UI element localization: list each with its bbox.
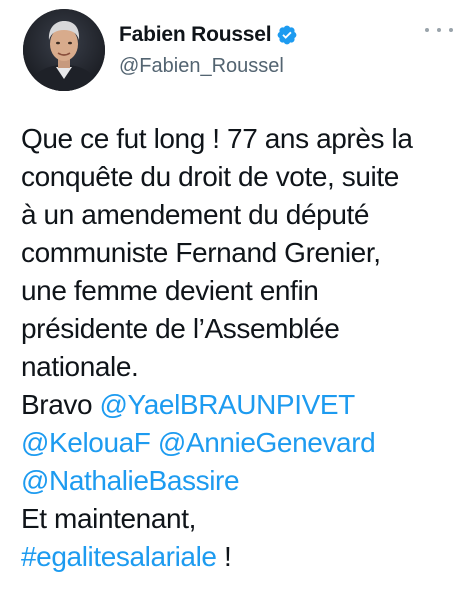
profile-photo-icon — [23, 9, 105, 91]
display-name-row: Fabien Roussel — [119, 21, 298, 49]
hashtag-suffix: ! — [216, 541, 232, 572]
tweet-text-line: communiste Fernand Grenier, — [21, 237, 381, 268]
tweet-card: Fabien Roussel @Fabien_Roussel Que ce fu… — [0, 0, 474, 613]
more-dot — [437, 28, 441, 32]
more-options-icon[interactable] — [425, 23, 453, 37]
closing-line: Et maintenant, — [21, 503, 196, 534]
mention-link[interactable]: @KelouaF — [21, 427, 151, 458]
mention-link[interactable]: @NathalieBassire — [21, 465, 240, 496]
bravo-line: Bravo @YaelBRAUNPIVET — [21, 386, 461, 424]
tweet-text-line: conquête du droit de vote, suite — [21, 161, 399, 192]
tweet-text-line: Que ce fut long ! 77 ans après la — [21, 123, 413, 154]
tweet-header: Fabien Roussel @Fabien_Roussel — [23, 9, 453, 91]
mention-link[interactable]: @YaelBRAUNPIVET — [100, 389, 356, 420]
tweet-text: Que ce fut long ! 77 ans après la conquê… — [21, 120, 461, 576]
mention-link[interactable]: @AnnieGenevard — [158, 427, 376, 458]
author-handle[interactable]: @Fabien_Roussel — [119, 55, 298, 78]
more-dot — [425, 28, 429, 32]
author-display-name[interactable]: Fabien Roussel — [119, 23, 272, 47]
tweet-text-line: nationale. — [21, 351, 139, 382]
author-names: Fabien Roussel @Fabien_Roussel — [119, 21, 298, 78]
author-avatar[interactable] — [23, 9, 105, 91]
verified-badge-icon — [276, 24, 298, 46]
tweet-text-line: une femme devient enfin — [21, 275, 319, 306]
tweet-text-line: présidente de l’Assemblée — [21, 313, 340, 344]
hashtag-line: #egalitesalariale ! — [21, 538, 461, 576]
bravo-label: Bravo — [21, 389, 100, 420]
mentions-line: @KelouaF @AnnieGenevard — [21, 424, 461, 462]
hashtag-link[interactable]: #egalitesalariale — [21, 541, 217, 572]
mentions-line: @NathalieBassire — [21, 462, 461, 500]
tweet-text-line: à un amendement du député — [21, 199, 370, 230]
more-dot — [449, 28, 453, 32]
